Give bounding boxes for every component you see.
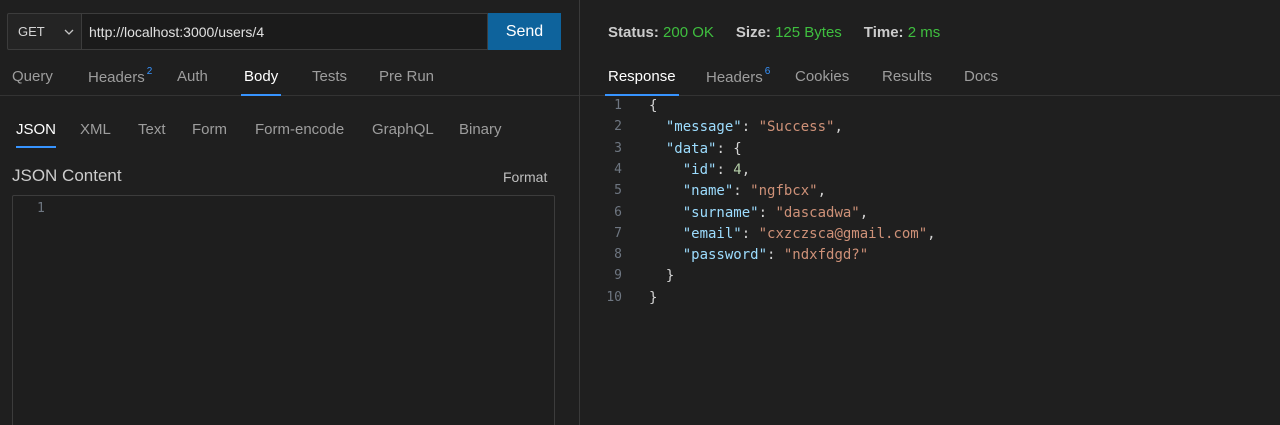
response-line-text: "email": "cxzczsca@gmail.com", (682, 225, 936, 242)
tab-headers[interactable]: Headers 2 (88, 66, 153, 96)
json-content-title: JSON Content (12, 166, 122, 185)
method-select[interactable]: GET (7, 13, 81, 50)
response-line-number: 8 (614, 247, 622, 263)
tab-results[interactable]: Results (882, 68, 932, 96)
response-line-number: 3 (614, 140, 622, 156)
body-tab-json[interactable]: JSON (16, 121, 57, 148)
response-line-number: 10 (606, 289, 622, 305)
response-line-text: } (665, 268, 675, 285)
response-line-number: 5 (614, 183, 622, 199)
send-button[interactable]: Send (488, 13, 561, 50)
body-type-tabs: JSON XML Text Form Form-encode GraphQL B… (0, 118, 580, 148)
response-tabs: Response Headers 6 Cookies Results Docs (580, 66, 1280, 96)
tab-auth[interactable]: Auth (177, 68, 208, 96)
response-line-number: 1 (614, 98, 622, 113)
tab-pre-run[interactable]: Pre Run (379, 68, 434, 96)
body-tab-form-encode[interactable]: Form-encode (255, 121, 344, 148)
response-panel: Status: 200 OK Size: 125 Bytes Time: 2 m… (580, 0, 1280, 425)
line-number: 1 (37, 201, 45, 216)
tab-response-headers[interactable]: Headers 6 (706, 66, 771, 96)
response-headers-count-badge: 6 (764, 66, 771, 77)
body-tab-xml[interactable]: XML (80, 121, 111, 148)
request-panel: GET http://localhost:3000/users/4 Send Q… (0, 0, 580, 425)
request-tabs: Query Headers 2 Auth Body Tests Pre Run (0, 66, 580, 96)
response-line-text: "name": "ngfbcx", (682, 183, 827, 200)
url-input[interactable]: http://localhost:3000/users/4 (81, 13, 488, 50)
response-line-text: "password": "ndxfdgd?" (682, 247, 869, 264)
response-line-text: "message": "Success", (665, 119, 843, 136)
time-info: Time: 2 ms (863, 24, 941, 41)
url-bar: GET http://localhost:3000/users/4 Send (7, 13, 561, 50)
body-tab-text[interactable]: Text (138, 121, 166, 148)
headers-count-badge: 2 (146, 66, 153, 77)
response-line-text: { (649, 98, 658, 114)
tab-response[interactable]: Response (605, 68, 679, 96)
chevron-down-icon (64, 29, 74, 35)
tab-docs[interactable]: Docs (964, 68, 998, 96)
body-tab-form[interactable]: Form (192, 121, 227, 148)
response-line-number: 9 (614, 268, 622, 284)
response-line-text: "data": { (665, 140, 742, 157)
status-info: Status: 200 OK (608, 24, 714, 41)
tab-tests[interactable]: Tests (312, 68, 347, 96)
status-value: 200 OK (663, 24, 714, 41)
time-value: 2 ms (907, 24, 941, 41)
tab-cookies[interactable]: Cookies (795, 68, 849, 96)
response-line-number: 4 (614, 161, 622, 177)
size-value: 125 Bytes (775, 24, 842, 41)
format-button[interactable]: Format (503, 169, 547, 185)
response-line-text: "surname": "dascadwa", (682, 204, 869, 221)
url-value: http://localhost:3000/users/4 (89, 23, 265, 40)
tab-body[interactable]: Body (240, 68, 282, 96)
response-line-number: 6 (614, 204, 622, 220)
json-body-editor[interactable]: 1 (12, 195, 555, 425)
tab-query[interactable]: Query (12, 68, 53, 96)
response-line-number: 7 (614, 225, 622, 241)
body-tab-graphql[interactable]: GraphQL (372, 121, 434, 148)
response-line-text: "id": 4, (682, 161, 751, 178)
response-line-text: } (649, 289, 658, 306)
body-tab-binary[interactable]: Binary (459, 121, 502, 148)
response-status-bar: Status: 200 OK Size: 125 Bytes Time: 2 m… (608, 24, 940, 41)
method-value: GET (18, 24, 45, 39)
response-line-number: 2 (614, 119, 622, 135)
size-info: Size: 125 Bytes (735, 24, 842, 41)
